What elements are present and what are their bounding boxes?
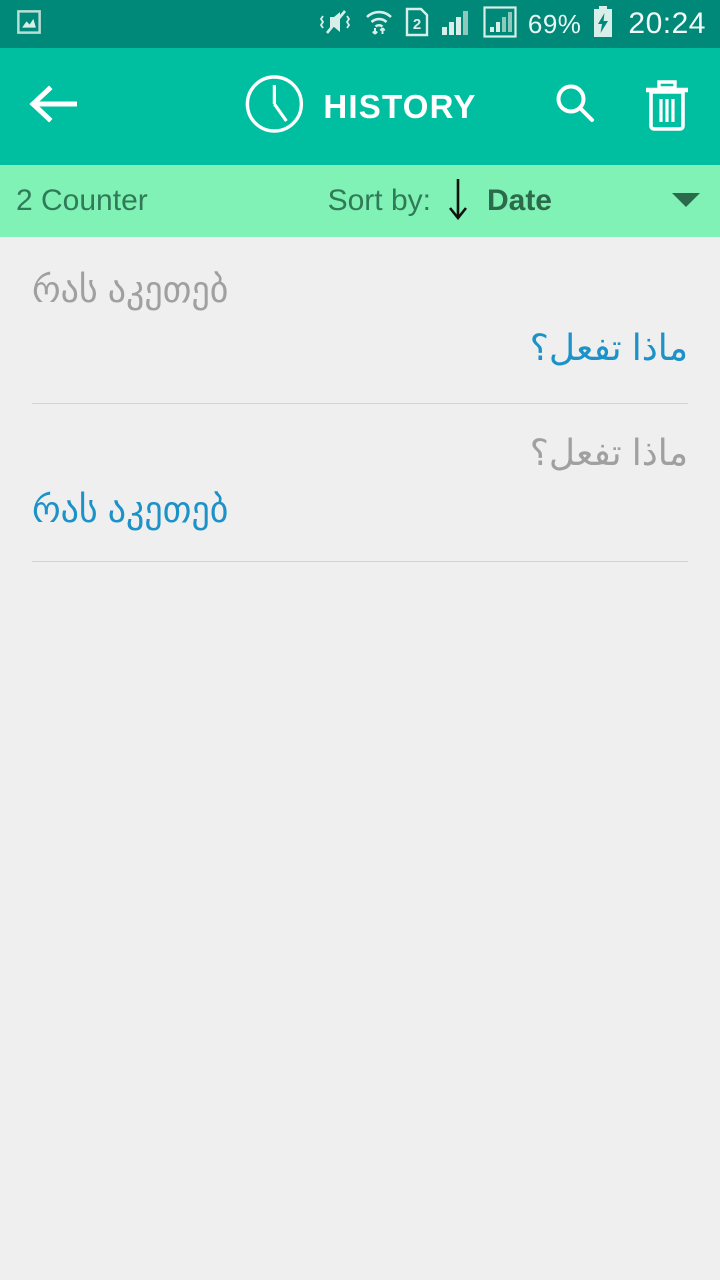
back-button[interactable]	[24, 76, 86, 138]
sort-value-label: Date	[486, 184, 552, 217]
history-item[interactable]: ماذا تفعل؟ რას აკეთებ	[0, 404, 720, 562]
app-bar-actions	[546, 78, 696, 136]
image-icon	[14, 7, 44, 42]
search-icon	[551, 80, 599, 133]
mute-vibrate-icon	[319, 7, 353, 42]
status-bar: 2 69% 20:24	[0, 0, 720, 48]
page-title: HISTORY	[323, 87, 477, 125]
app-bar-title-group: HISTORY	[243, 73, 476, 140]
history-list: რას აკეთებ ماذا تفعل؟ ماذا تفعل؟ რას აკე…	[0, 237, 720, 1280]
search-button[interactable]	[546, 78, 604, 136]
arrow-left-icon	[29, 84, 81, 129]
history-item-source-text: რას აკეთებ	[32, 269, 229, 310]
wifi-icon	[364, 7, 394, 42]
sort-by-label: Sort by:	[327, 184, 431, 217]
status-bar-indicators: 2 69% 20:24	[319, 5, 706, 43]
sort-bar: 2 Counter Sort by: Date	[0, 165, 720, 237]
signal-bars-boxed-icon	[483, 5, 517, 43]
chevron-down-icon[interactable]	[670, 189, 702, 214]
history-item-target-text: რას აკეთებ	[32, 489, 229, 531]
battery-percent-label: 69%	[527, 8, 582, 39]
battery-charging-icon	[592, 5, 614, 43]
app-bar: HISTORY	[0, 48, 720, 165]
counter-label: 2 Counter	[16, 184, 148, 217]
status-bar-notifications	[14, 7, 44, 42]
signal-bars-icon	[440, 7, 472, 42]
trash-icon	[641, 76, 693, 137]
history-item-target-text: ماذا تفعل؟	[529, 326, 688, 368]
sort-control[interactable]: Sort by: Date	[328, 175, 702, 228]
history-item[interactable]: რას აკეთებ ماذا تفعل؟	[0, 237, 720, 403]
arrow-down-icon[interactable]	[445, 175, 471, 228]
status-bar-clock: 20:24	[628, 7, 706, 40]
history-item-source-text: ماذا تفعل؟	[529, 431, 688, 473]
clock-icon	[243, 73, 305, 140]
delete-all-button[interactable]	[638, 78, 696, 136]
svg-text:2: 2	[413, 16, 421, 33]
phone-screen: 2 69% 20:24 HISTORY 2 Counter Sort by: D…	[0, 0, 720, 1280]
sim2-icon: 2	[405, 7, 429, 42]
list-divider	[32, 561, 688, 563]
